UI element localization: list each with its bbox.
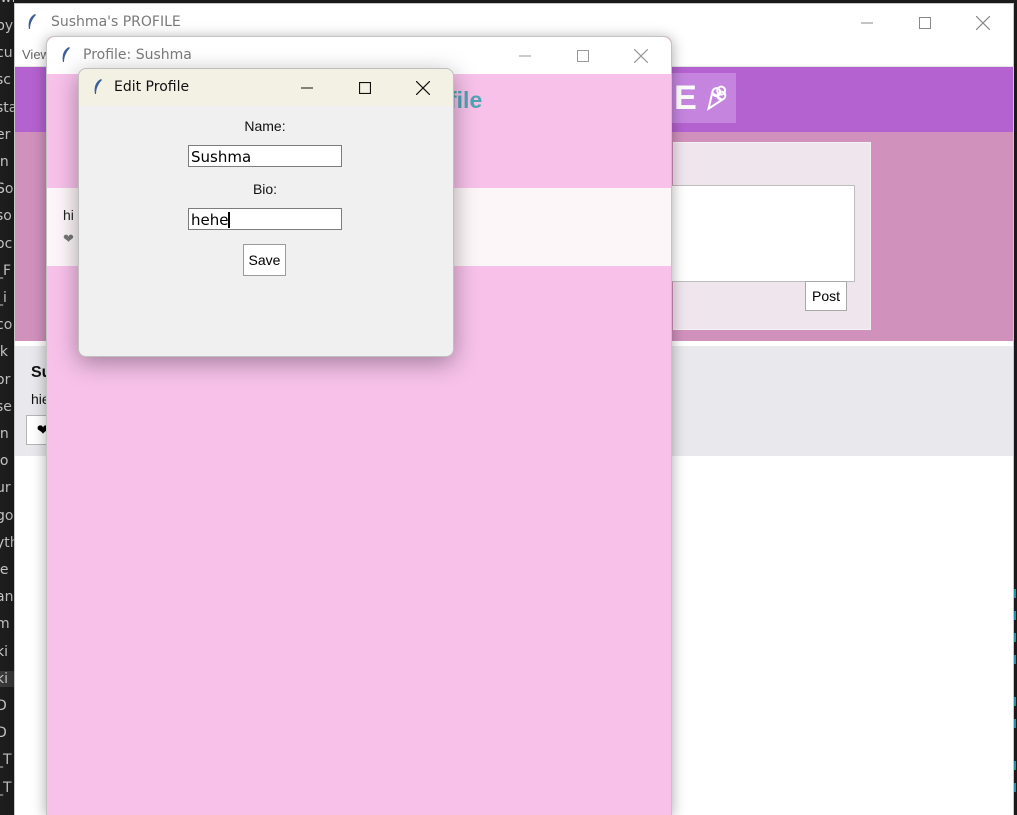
background-code-fragment: ur xyxy=(0,480,11,497)
minimize-button[interactable] xyxy=(289,69,325,106)
background-code-fragment: cu xyxy=(0,45,13,62)
edit-profile-dialog: Edit Profile Name: Sushma Bio: hehe Save xyxy=(78,68,454,357)
close-icon xyxy=(634,48,648,63)
feather-icon xyxy=(62,47,70,62)
minimize-button[interactable] xyxy=(507,37,543,74)
background-code-fragment: m xyxy=(0,616,10,633)
bio-field-text: hehe xyxy=(191,211,229,229)
maximize-button[interactable] xyxy=(907,4,943,42)
background-code-fragment: an xyxy=(0,589,14,606)
minimize-button[interactable] xyxy=(849,4,885,42)
background-code-fragment: D xyxy=(0,698,7,714)
background-code-fragment: in xyxy=(0,426,9,442)
background-code-fragment: sc xyxy=(0,72,11,89)
background-code-fragment: so xyxy=(0,208,12,225)
close-button[interactable] xyxy=(405,69,441,106)
background-code-fragment: go xyxy=(0,507,14,524)
maximize-icon xyxy=(919,17,931,29)
minimize-icon xyxy=(301,87,313,88)
background-code-fragment: oc xyxy=(0,235,13,252)
background-code-fragment: _i xyxy=(0,290,7,306)
close-icon xyxy=(416,80,430,95)
background-code-fragment: ik xyxy=(0,344,8,361)
background-editor-strip: Twitter_Problempy cu sc sta er in So so oc _F _ico… xyxy=(0,0,14,814)
text-cursor xyxy=(228,212,230,228)
compose-textarea[interactable] xyxy=(672,185,855,282)
close-button[interactable] xyxy=(965,4,1001,42)
background-code-fragment: D xyxy=(0,725,7,742)
bio-label: Bio: xyxy=(252,181,278,197)
background-code-fragment: _T xyxy=(0,779,12,796)
background-code-fragment: _T xyxy=(0,752,12,769)
background-code-fragment: ki xyxy=(0,643,8,660)
background-code-fragment: er xyxy=(0,126,11,143)
minimize-icon xyxy=(861,22,873,24)
name-field[interactable]: Sushma xyxy=(188,145,342,167)
background-code-fragment: sta xyxy=(0,99,14,116)
background-code-fragment: So xyxy=(0,181,14,198)
logo-text: E xyxy=(674,78,697,117)
background-code-fragment: ie xyxy=(0,562,9,578)
app-logo: E xyxy=(669,73,736,123)
edit-dialog-titlebar[interactable]: Edit Profile xyxy=(79,69,453,106)
background-code-fragment: or xyxy=(0,371,11,388)
bio-field[interactable]: hehe xyxy=(188,208,342,230)
background-code-fragment: se xyxy=(0,398,12,415)
background-code-fragment: co xyxy=(0,317,13,334)
heart-icon[interactable]: ❤ xyxy=(63,231,74,247)
background-code-fragment: Twitter_Problem xyxy=(0,0,14,6)
close-icon xyxy=(976,16,990,30)
background-code-fragment: ki xyxy=(0,670,14,687)
main-window-title: Sushma's PROFILE xyxy=(51,14,181,30)
minimize-icon xyxy=(519,55,531,56)
save-button[interactable]: Save xyxy=(243,244,286,276)
maximize-button[interactable] xyxy=(347,69,383,106)
background-code-fragment: lo xyxy=(0,453,9,470)
background-code-fragment: py xyxy=(0,18,14,34)
name-label: Name: xyxy=(244,118,286,134)
background-code-fragment: _F xyxy=(0,262,12,279)
maximize-icon xyxy=(359,81,371,94)
profile-post-text: hi xyxy=(63,207,74,223)
ice-cream-icon xyxy=(706,85,727,111)
background-code-fragment: yth xyxy=(0,534,14,551)
feather-icon xyxy=(28,14,36,29)
maximize-icon xyxy=(577,49,589,62)
edit-dialog-title: Edit Profile xyxy=(114,79,190,95)
background-code-fragment: in xyxy=(0,154,9,170)
maximize-button[interactable] xyxy=(565,37,601,74)
close-button[interactable] xyxy=(623,37,659,74)
profile-window-title: Profile: Sushma xyxy=(83,47,192,63)
post-button[interactable]: Post xyxy=(805,281,847,311)
feather-icon xyxy=(94,79,102,94)
